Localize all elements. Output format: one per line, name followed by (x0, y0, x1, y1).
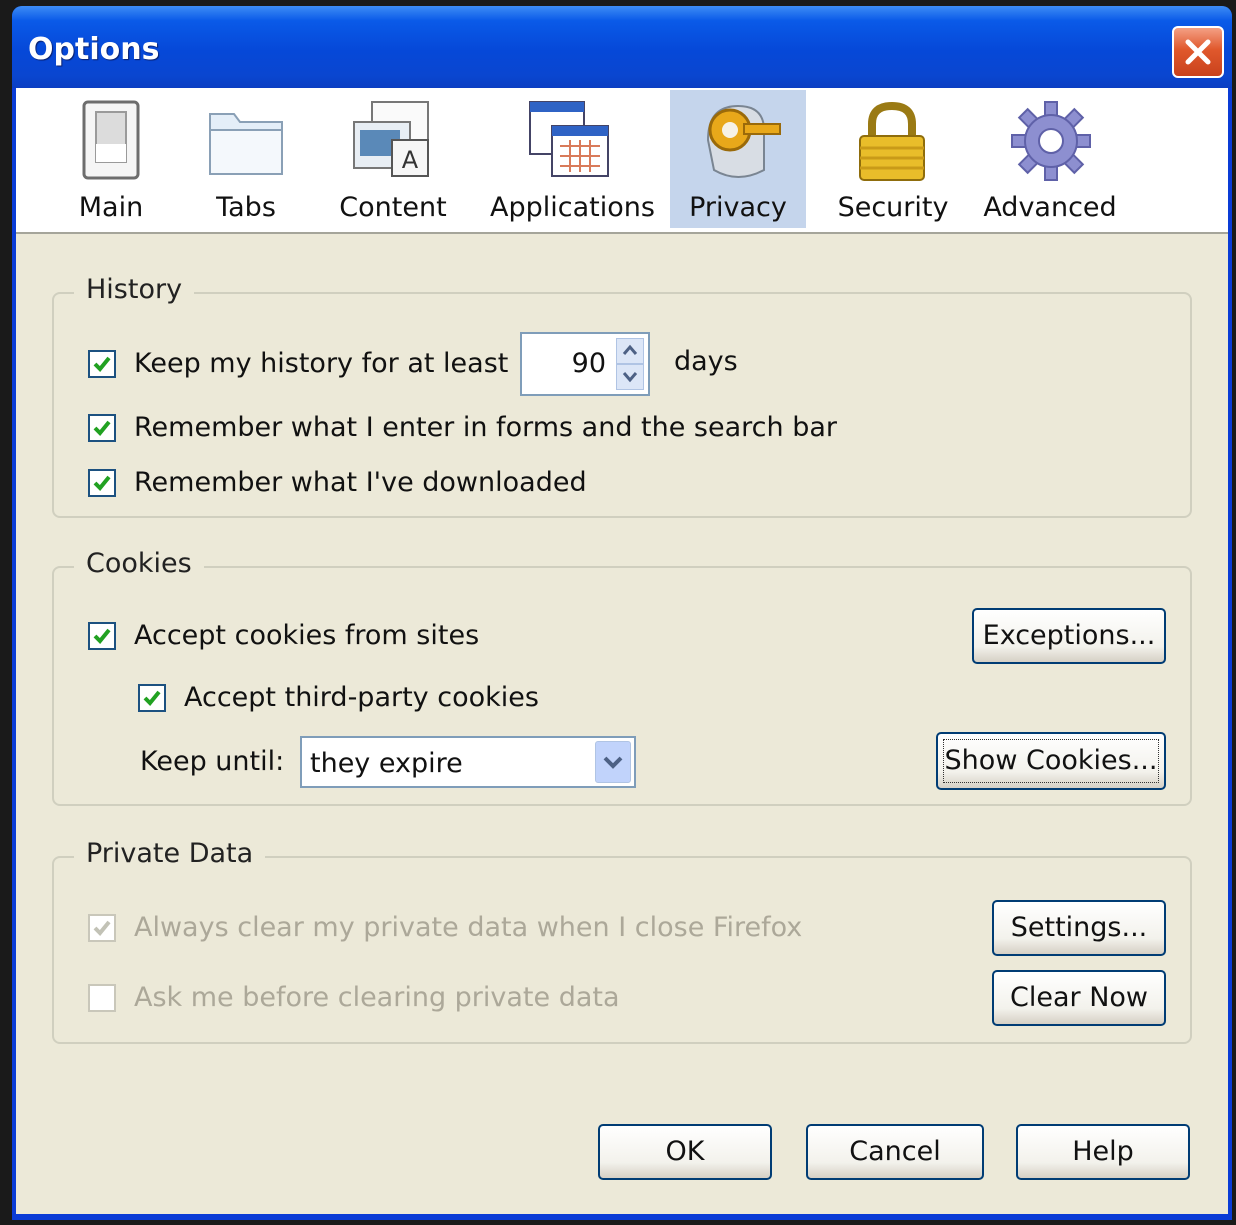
remember-downloads-label: Remember what I've downloaded (134, 467, 587, 498)
arrow-down-icon (622, 372, 638, 383)
tab-security[interactable]: Security (828, 90, 958, 228)
checkmark-icon (93, 920, 111, 936)
third-party-cookies-checkbox[interactable] (138, 684, 166, 712)
show-cookies-button-label: Show Cookies... (944, 745, 1158, 776)
title-bar[interactable]: Options (12, 6, 1232, 88)
always-clear-label: Always clear my private data when I clos… (134, 912, 803, 943)
history-days-value: 90 (571, 348, 606, 379)
window-title: Options (28, 32, 160, 67)
accept-cookies-checkbox[interactable] (88, 622, 116, 650)
remember-forms-checkbox[interactable] (88, 414, 116, 442)
cookies-group: Cookies Accept cookies from sites Except… (52, 548, 1192, 806)
remember-downloads-checkbox[interactable] (88, 469, 116, 497)
history-days-unit: days (674, 346, 738, 377)
options-window: Options Main Tabs A Content Applications… (12, 6, 1232, 1220)
tab-label: Privacy (689, 192, 787, 223)
checkmark-icon (93, 628, 111, 644)
tab-label: Tabs (216, 192, 276, 223)
help-button-label: Help (1072, 1136, 1134, 1167)
dialog-body: Main Tabs A Content Applications Privacy… (16, 88, 1228, 1214)
settings-button-label: Settings... (1010, 912, 1148, 943)
checkmark-icon (93, 420, 111, 436)
svg-text:A: A (402, 146, 419, 174)
cancel-button-label: Cancel (849, 1136, 941, 1167)
clear-now-button[interactable]: Clear Now (992, 970, 1166, 1026)
pane-toolbar: Main Tabs A Content Applications Privacy… (16, 88, 1228, 234)
tab-advanced[interactable]: Advanced (978, 90, 1122, 228)
settings-button[interactable]: Settings... (992, 900, 1166, 956)
ask-before-clearing-checkbox[interactable] (88, 984, 116, 1012)
show-cookies-button[interactable]: Show Cookies... (936, 732, 1166, 790)
ask-before-clearing-label: Ask me before clearing private data (134, 982, 620, 1013)
tab-main[interactable]: Main (66, 90, 156, 228)
private-data-group: Private Data Always clear my private dat… (52, 838, 1192, 1044)
tab-content[interactable]: A Content (338, 90, 448, 228)
tab-label: Security (837, 192, 949, 223)
tab-tabs[interactable]: Tabs (196, 90, 296, 228)
keep-until-value: they expire (310, 748, 463, 779)
ok-button[interactable]: OK (598, 1124, 772, 1180)
spinner-down-button[interactable] (616, 364, 644, 390)
checkmark-icon (93, 475, 111, 491)
keep-until-dropdown[interactable]: they expire (300, 736, 636, 788)
spinner-up-button[interactable] (616, 338, 644, 364)
chevron-down-icon (603, 756, 623, 769)
tab-label: Applications (490, 192, 655, 223)
cancel-button[interactable]: Cancel (806, 1124, 984, 1180)
close-icon (1185, 39, 1211, 65)
checkmark-icon (93, 356, 111, 372)
tab-privacy[interactable]: Privacy (670, 90, 806, 228)
history-group: History Keep my history for at least 90 … (52, 274, 1192, 518)
tab-label: Main (78, 192, 144, 223)
gear-icon (1011, 101, 1091, 181)
close-button[interactable] (1172, 26, 1224, 78)
tab-applications[interactable]: Applications (490, 90, 655, 228)
accept-cookies-label: Accept cookies from sites (134, 620, 480, 651)
content-icon: A (353, 101, 429, 177)
help-button[interactable]: Help (1016, 1124, 1190, 1180)
exceptions-button-label: Exceptions... (982, 620, 1156, 651)
private-data-legend: Private Data (74, 838, 266, 869)
arrow-up-icon (622, 344, 638, 355)
history-days-spinner[interactable]: 90 (520, 332, 650, 396)
exceptions-button[interactable]: Exceptions... (972, 608, 1166, 664)
tab-label: Advanced (983, 192, 1117, 223)
tabs-folder-icon (209, 113, 283, 175)
main-panel-icon (82, 100, 140, 180)
clear-now-button-label: Clear Now (1010, 982, 1148, 1013)
privacy-mask-icon (706, 104, 781, 178)
keep-until-label: Keep until: (140, 746, 285, 777)
dropdown-button[interactable] (595, 741, 631, 783)
applications-icon (529, 101, 609, 177)
cookies-legend: Cookies (74, 548, 204, 579)
third-party-cookies-label: Accept third-party cookies (184, 682, 539, 713)
ok-button-label: OK (665, 1136, 705, 1167)
padlock-icon (859, 101, 925, 181)
keep-history-label: Keep my history for at least (134, 348, 509, 379)
keep-history-checkbox[interactable] (88, 350, 116, 378)
remember-forms-label: Remember what I enter in forms and the s… (134, 412, 837, 443)
history-legend: History (74, 274, 195, 305)
always-clear-checkbox[interactable] (88, 914, 116, 942)
tab-label: Content (339, 192, 447, 223)
checkmark-icon (143, 690, 161, 706)
